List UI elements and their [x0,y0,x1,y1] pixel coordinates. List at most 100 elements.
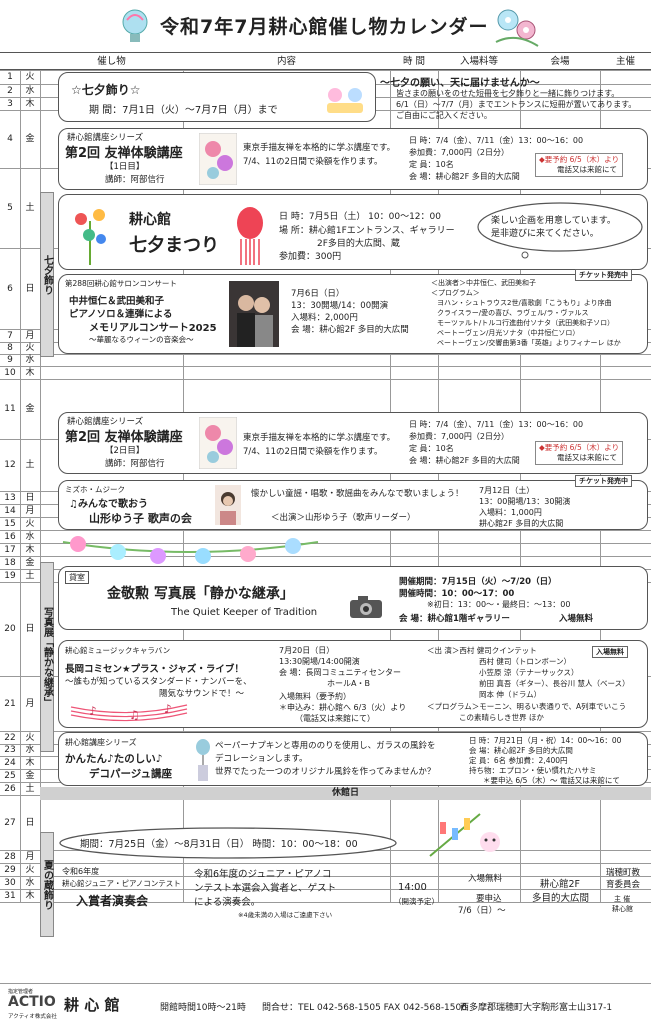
reservation-box: ◆要予約 6/5（木）より 電話又は来館にて [535,153,624,177]
event-series: 第288回耕心館サロンコンサート [65,279,177,288]
event-subtitle: ～誰もが知っているスタンダード・ナンバーを、 [65,677,252,687]
reservation-line: 電話又は来館にて [557,165,617,174]
concert-time-note: （開演予定） [394,897,439,906]
event-title: デコパージュ講座 [89,768,173,780]
day-number: 7 [7,331,13,341]
day-number: 8 [7,343,13,353]
event-title: 令和6年度 [62,867,100,876]
fee-info: 7/6（日）～ [458,906,506,916]
event-info: 参加費：7,000円（2日分） [409,432,509,441]
event-desc: 世界でたった一つのオリジナル風鈴を作ってみませんか？ [215,767,436,777]
weekday: 金 [25,771,35,781]
event-title: 第2回 友禅体験講座 [65,146,183,161]
event-info: 開催期間：7月15日（火）～7/20（日） [399,577,557,587]
program-line: ＜プログラム＞モーニン、明るい表通りで、A列車でいこう [427,702,627,711]
bubble-text: 是非遊びに来てください。 [491,229,599,239]
note-line: 6/1（日）～7/7（月）までエントランスに短冊が置いてあります。 [396,100,637,109]
venue-info: 耕心館2F [540,879,581,890]
day-number: 17 [4,545,16,555]
day-number: 5 [7,203,13,213]
weekday: 火 [25,519,35,529]
opening-hours: 開館時間10時～21時 [160,1003,246,1013]
event-desc: ＜出演＞山形ゆう子（歌声リーダー） [271,513,416,523]
weekday: 水 [25,745,35,755]
reservation-line: ◆要予約 6/5（木）より [539,443,620,452]
bubble-text: 楽しい企画を用意しています。 [491,216,616,226]
event-title: ☆七夕飾り☆ [71,83,141,97]
event-info: 会 場：耕心館2F 多目的大広間 [291,325,409,335]
event-title: 第2回 友禅体験講座 [65,430,183,445]
wind-chime-icon [196,739,210,781]
concert-line: ピアノソロ＆連弾による [69,309,173,320]
event-info: 13：30開場/14：00開演 [291,301,389,311]
event-info: ＊申込み：耕心館へ 6/3（火）より [279,703,407,712]
weekday: 月 [25,506,35,516]
tanabata-couple-icon [327,88,363,113]
event-teacher: 講師：阿部信行 [105,175,165,185]
day-number: 29 [4,865,16,875]
concert-line: ～華麗なるウィーンの音楽会～ [89,335,194,344]
day-number: 30 [4,878,16,888]
event-info: 日 時：7/4（金）、7/11（金）13：00～16：00 [409,136,584,145]
day-number: 21 [4,699,16,709]
weekday: 日 [25,284,35,294]
event-tanabata-festival: 耕心館 七夕まつり 日 時：7月5日（土） 10：00～12：00 場 所：耕心… [58,194,648,270]
weekday: 金 [25,404,35,414]
weekday: 土 [25,784,35,794]
event-info: 入場無料（要予約） [279,692,351,701]
day-number: 11 [4,404,16,414]
row-divider [0,70,651,71]
day-number: 4 [7,134,13,144]
weekday: 火 [25,72,35,82]
column-header: 内容 [183,52,390,70]
row-divider [0,530,651,531]
event-title: 長岡コミセン★プラス・ジャズ・ライブ！ [65,664,244,675]
morning-glory-garland-icon [62,536,319,564]
concert-line: 中井恒仁＆武田美和子 [69,296,165,307]
svg-text:♪: ♪ [164,702,172,716]
page-header: 令和7年7月耕心館催し物カレンダー [0,0,651,52]
flower-artwork-icon [199,133,237,185]
camera-icon [350,596,382,618]
tanabata-group-label: 七夕飾り [40,192,54,357]
event-teacher: 講師：阿部信行 [105,459,165,469]
weekday: 月 [25,331,35,341]
event-info: ※初日：13：00～・最終日：～13：00 [427,600,571,609]
fee-info: 要申込 [476,894,502,904]
lantern-icon [237,207,263,265]
weekday: 木 [25,99,35,109]
music-staff-icon: ♪ ♫ ♪ [70,702,188,722]
event-series: 耕心館ミュージックキャラバン [65,646,171,655]
day-number: 14 [4,506,16,516]
event-desc: 懐かしい童謡・唱歌・歌謡曲をみんなで歌いましょう！ [251,489,464,499]
event-info: 日 時：7月5日（土） 10：00～12：00 [279,212,441,222]
weekday: 水 [25,878,35,888]
flower-artwork-icon [199,417,237,469]
note-line: 皆さまの願いをのせた短冊を七夕飾りと一緒に飾りつけます。 [396,89,620,98]
weekday: 火 [25,343,35,353]
day-number: 3 [7,99,13,109]
weekday: 土 [25,571,35,581]
weekday: 土 [25,460,35,470]
event-subtitle: 陽気なサウンドで！～ [159,689,245,699]
event-info: 参加費：7,000円（2日分） [409,148,509,157]
event-info: （電話又は来館にて） [295,714,375,723]
day-number: 9 [7,355,13,365]
day-number: 20 [4,624,16,634]
event-info: 会 場：耕心館2F 多目的大広間 [409,456,520,465]
free-entry-badge: 入場無料 [592,646,628,658]
lightbulb-icon [122,9,148,42]
contact-info: 問合せ：TEL 042-568-1505 FAX 042-568-1506 [262,1003,467,1013]
tree-artwork-icon [69,201,111,265]
event-info: 日 時：7/4（金）、7/11（金）13：00～16：00 [409,420,584,429]
event-info: 耕心館2F 多目的大広間 [479,519,564,528]
day-number: 25 [4,771,16,781]
event-piano-concert: 令和6年度 耕心館ジュニア・ピアノコンテスト 入賞者演奏会 令和6年度のジュニア… [58,862,651,926]
weekday: 日 [25,818,35,828]
event-info: 7月6日（日） [291,289,345,299]
concert-time: 14:00 [398,882,427,893]
day-number: 28 [4,852,16,862]
weekday: 月 [25,852,35,862]
day-number: 26 [4,784,16,794]
event-subtitle: The Quiet Keeper of Tradition [171,607,318,618]
